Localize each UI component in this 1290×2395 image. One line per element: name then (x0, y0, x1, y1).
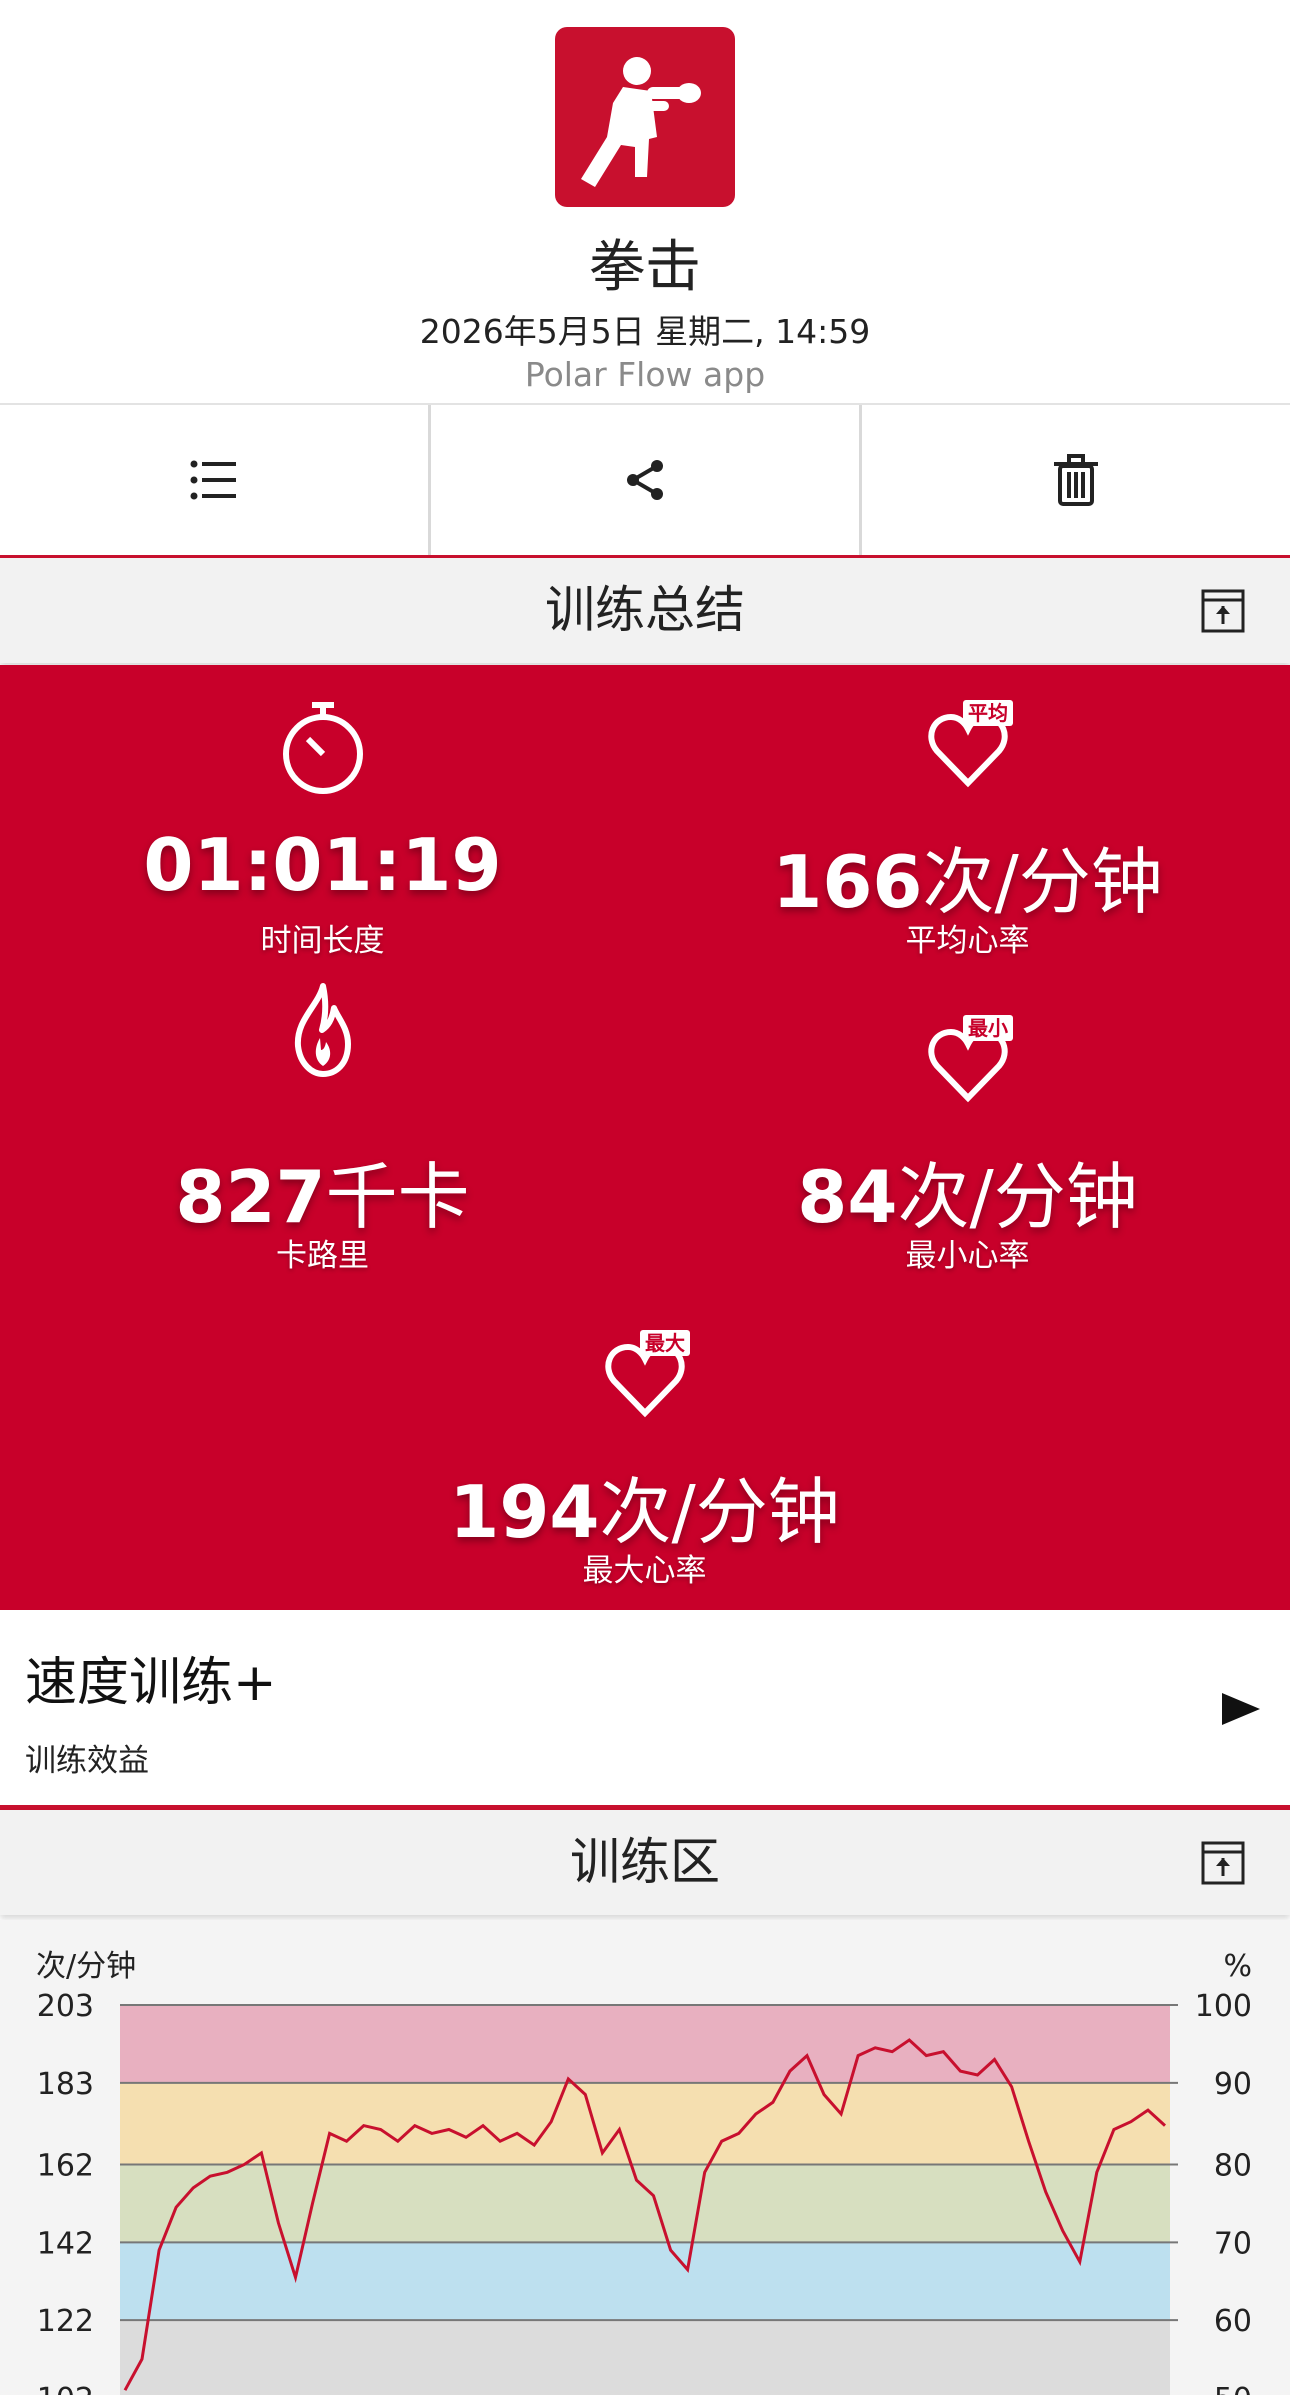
avg-hr-unit: 次/分钟 (922, 840, 1163, 924)
summary-title: 训练总结 (545, 581, 745, 639)
max-hr-metric: 最大 194次/分钟 最大心率 (322, 1295, 967, 1595)
zone-band-2 (120, 2242, 1170, 2321)
hr-zone-chart: 203 183 162 142 122 102 100 90 80 70 60 50 次/分钟 % (0, 1920, 1290, 2395)
avg-hr-label: 平均心率 (905, 923, 1030, 959)
collapse-icon[interactable] (1200, 1840, 1246, 1886)
duration-metric: 01:01:19 时间长度 (0, 665, 645, 965)
zones-header[interactable]: 训练区 (0, 1810, 1290, 1915)
stopwatch-icon (282, 702, 363, 794)
list-icon (190, 460, 236, 500)
list-button[interactable] (0, 405, 431, 555)
collapse-icon[interactable] (1200, 588, 1246, 634)
boxing-icon (555, 27, 735, 207)
zones-title: 训练区 (570, 1833, 720, 1891)
min-hr-unit: 次/分钟 (897, 1155, 1138, 1239)
y2-tick-label: 90 (1214, 2067, 1252, 2102)
zone-band-4 (120, 2082, 1170, 2165)
y2-tick-label: 60 (1214, 2304, 1252, 2339)
training-benefit-row[interactable]: 速度训练+ 训练效益 (0, 1610, 1290, 1810)
avg-hr-value: 166次/分钟 (645, 823, 1290, 928)
duration-label: 时间长度 (260, 923, 385, 959)
y-tick-label: 122 (37, 2304, 94, 2339)
summary-panel: 01:01:19 时间长度 平均 166次/分钟 平均心率 827千卡 卡路里 … (0, 665, 1290, 1610)
session-date: 2026年5月5日 星期二, 14:59 (419, 312, 871, 351)
max-hr-unit: 次/分钟 (599, 1470, 840, 1554)
y-tick-label: 203 (37, 1989, 94, 2024)
calories-value: 827千卡 (0, 1138, 645, 1243)
calories-label: 卡路里 (276, 1238, 369, 1274)
max-badge: 最大 (640, 1330, 690, 1356)
summary-header[interactable]: 训练总结 (0, 558, 1290, 663)
share-icon (627, 460, 663, 500)
y-tick-label: 162 (37, 2149, 94, 2184)
y-axis-label: 次/分钟 (36, 1949, 136, 1984)
y-tick-label: 142 (37, 2226, 94, 2261)
max-hr-label: 最大心率 (582, 1553, 707, 1589)
avg-hr-metric: 平均 166次/分钟 平均心率 (645, 665, 1290, 965)
zone-band-5 (120, 2005, 1170, 2083)
y-tick-label: 183 (37, 2067, 94, 2102)
min-hr-label: 最小心率 (905, 1238, 1030, 1274)
min-hr-value: 84次/分钟 (645, 1138, 1290, 1243)
trash-icon (1054, 454, 1098, 506)
calories-unit: 千卡 (325, 1155, 470, 1239)
session-source: Polar Flow app (524, 355, 766, 394)
benefit-title: 速度训练+ (25, 1653, 277, 1713)
avg-hr-number: 166 (772, 840, 923, 924)
calories-metric: 827千卡 卡路里 (0, 980, 645, 1280)
zone-band-3 (120, 2164, 1170, 2243)
delete-button[interactable] (862, 405, 1290, 555)
min-hr-number: 84 (797, 1155, 898, 1239)
y2-tick-label: 100 (1195, 1989, 1252, 2024)
avg-badge: 平均 (963, 700, 1013, 726)
y2-tick-label: 80 (1214, 2149, 1252, 2184)
share-button[interactable] (431, 405, 862, 555)
calories-number: 827 (175, 1155, 326, 1239)
duration-value: 01:01:19 (143, 823, 502, 907)
y2-tick-label: 70 (1214, 2226, 1252, 2261)
flame-icon (294, 983, 351, 1077)
hr-chart-svg: 203 183 162 142 122 102 100 90 80 70 60 50 次/分钟 % (36, 1949, 1252, 2395)
y2-axis-label: % (1223, 1949, 1252, 1984)
max-hr-value: 194次/分钟 (322, 1453, 967, 1558)
y-tick-label: 102 (37, 2382, 94, 2395)
min-hr-metric: 最小 84次/分钟 最小心率 (645, 980, 1290, 1280)
max-hr-number: 194 (449, 1470, 600, 1554)
min-badge: 最小 (963, 1015, 1013, 1041)
benefit-subtitle: 训练效益 (25, 1743, 149, 1779)
sport-name: 拳击 (589, 235, 701, 300)
y2-tick-label: 50 (1214, 2382, 1252, 2395)
action-bar (0, 403, 1290, 560)
play-arrow-icon (1222, 1693, 1260, 1725)
zone-band-1 (120, 2320, 1170, 2395)
